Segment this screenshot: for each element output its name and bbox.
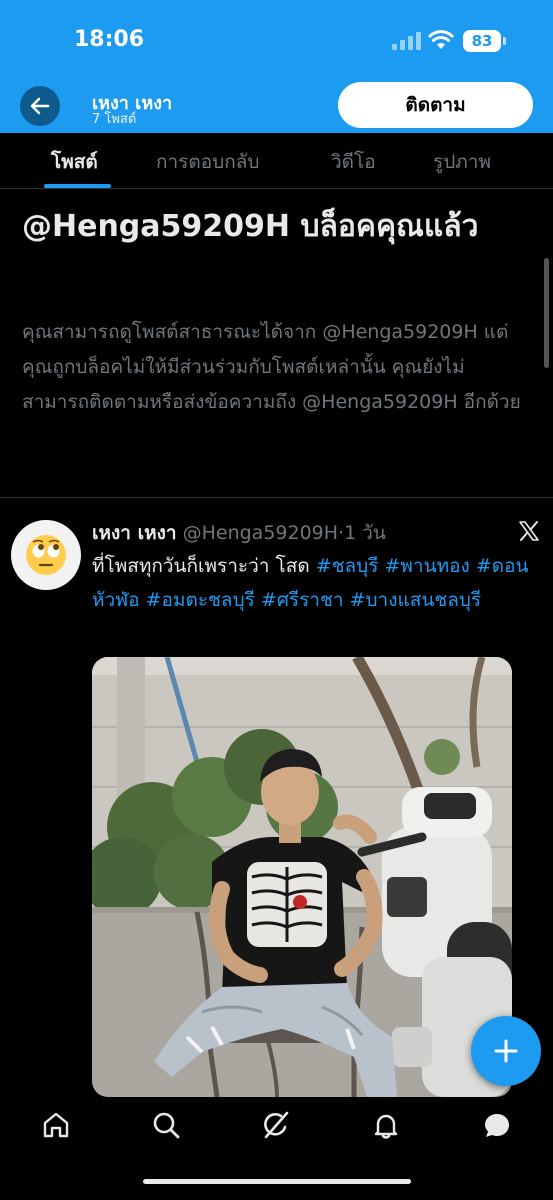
battery-tip — [503, 37, 506, 45]
messages-icon[interactable] — [482, 1110, 512, 1140]
home-indicator — [143, 1179, 411, 1184]
tweet-body: ที่โพสทุกวันก็เพราะว่า โสด — [92, 555, 310, 577]
tweet-author-handle[interactable]: @Henga59209H — [183, 522, 338, 544]
tweet-photo[interactable] — [92, 657, 512, 1097]
cellular-signal-icon — [392, 32, 422, 50]
x-logo-icon — [519, 521, 539, 541]
bottom-navigation — [0, 1097, 553, 1200]
scrollbar[interactable] — [544, 258, 549, 368]
avatar[interactable] — [11, 520, 81, 590]
blocked-title: @Henga59209H บล็อคคุณแล้ว — [22, 209, 479, 244]
tab-videos[interactable]: วิดีโอ — [331, 147, 376, 177]
battery-indicator: 83 — [463, 30, 501, 52]
grok-icon[interactable] — [261, 1110, 291, 1140]
active-tab-indicator — [44, 184, 111, 188]
tab-photos[interactable]: รูปภาพ — [433, 147, 491, 177]
tweet-author-line: เหงา เหงา @Henga59209H·1 วัน — [92, 522, 386, 544]
status-time: 18:06 — [74, 27, 145, 52]
follow-button[interactable]: ติดตาม — [338, 82, 533, 128]
hashtag-link[interactable]: #ชลบุรี — [316, 555, 379, 577]
tab-replies[interactable]: การตอบกลับ — [156, 147, 259, 177]
tab-posts[interactable]: โพสต์ — [51, 147, 98, 177]
compose-button[interactable] — [471, 1016, 541, 1086]
bell-icon[interactable] — [371, 1110, 401, 1140]
hashtag-link[interactable]: #บางแสนชลบุรี — [350, 589, 482, 611]
home-icon[interactable] — [41, 1110, 71, 1140]
hashtag-link[interactable]: #ศรีราชา — [261, 589, 344, 611]
back-button[interactable] — [20, 86, 60, 126]
tweet-author-name[interactable]: เหงา เหงา — [92, 522, 177, 544]
posts-count: 7 โพสต์ — [92, 112, 137, 127]
hashtag-link[interactable]: #พานทอง — [384, 555, 469, 577]
tweet-text: ที่โพสทุกวันก็เพราะว่า โสด #ชลบุรี #พานท… — [92, 549, 547, 617]
profile-header: 18:06 83 เหงา เหงา 7 โพสต์ ติดตาม — [0, 0, 553, 133]
arrow-left-icon — [30, 97, 50, 115]
divider — [0, 497, 553, 498]
eye-roll-emoji-icon — [26, 535, 66, 575]
tweet-time: 1 วัน — [344, 522, 386, 544]
profile-tabs: โพสต์ การตอบกลับ วิดีโอ รูปภาพ — [0, 133, 553, 189]
hashtag-link[interactable]: #อมตะชลบุรี — [146, 589, 255, 611]
search-icon[interactable] — [151, 1110, 181, 1140]
plus-icon — [494, 1039, 518, 1063]
wifi-icon — [428, 30, 454, 49]
blocked-description: คุณสามารถดูโพสต์สาธารณะได้จาก @Henga5920… — [22, 321, 521, 413]
